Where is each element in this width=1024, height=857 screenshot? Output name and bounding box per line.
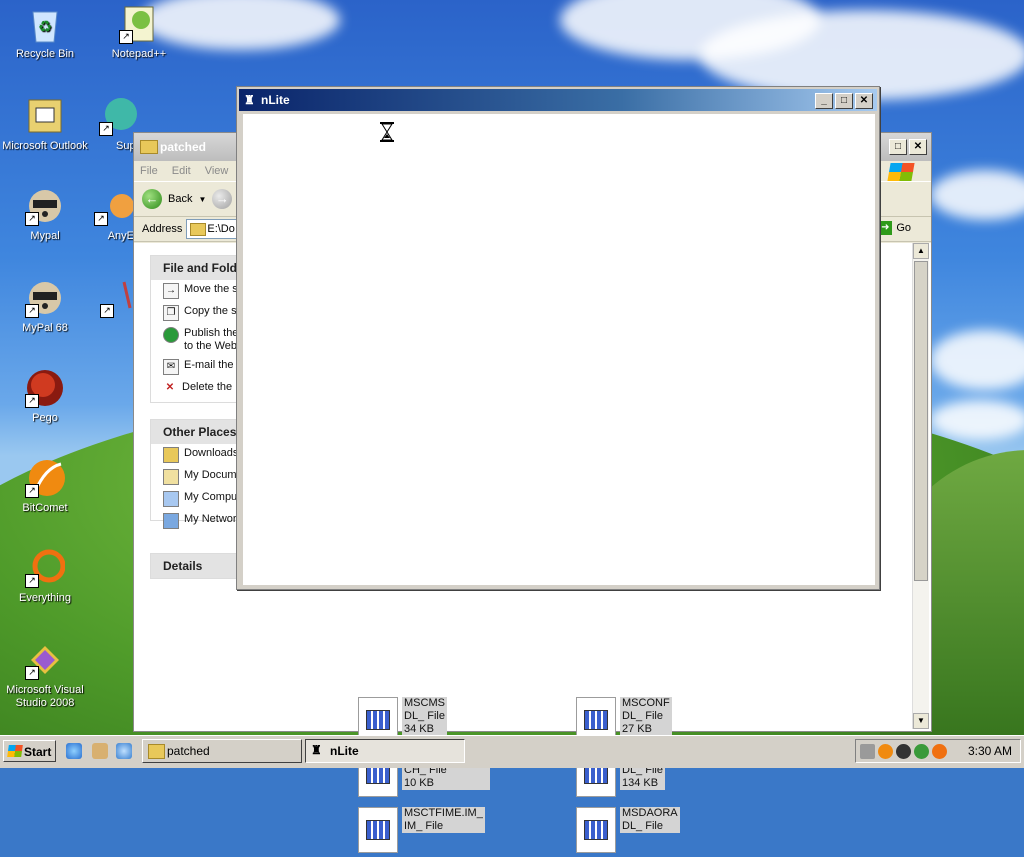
folder-icon	[163, 447, 179, 463]
forward-arrow-icon[interactable]: →	[212, 189, 233, 209]
desktop-icon-anye[interactable]: ↗ AnyE	[94, 186, 134, 243]
place-my-computer[interactable]: My Compu	[151, 488, 237, 510]
nlite-app-icon: ♜	[244, 93, 255, 107]
taskbar-item-patched[interactable]: patched	[142, 739, 302, 763]
everything-tray-icon[interactable]	[932, 744, 947, 759]
menu-edit[interactable]: Edit	[172, 161, 191, 181]
notepad-plus-plus-icon: ↗	[119, 4, 159, 44]
taskbar: Start patched ♜ nLite 3:30 AM	[0, 735, 1024, 768]
bitcomet-icon: ↗	[25, 458, 65, 498]
explorer-title: patched	[160, 140, 207, 154]
back-arrow-icon[interactable]: ←	[142, 189, 162, 209]
nlite-title: nLite	[261, 93, 290, 107]
desktop-icon-outlook[interactable]: Microsoft Outlook	[0, 96, 90, 153]
folder-icon	[148, 744, 165, 759]
file-tasks-heading[interactable]: File and Folde	[151, 256, 237, 280]
show-desktop-icon[interactable]	[92, 743, 108, 759]
app-icon: ↗	[99, 96, 139, 136]
my-documents-icon	[163, 469, 179, 485]
mypal-icon: ↗	[25, 278, 65, 318]
desktop-icon-recycle-bin[interactable]: ♻ Recycle Bin	[0, 4, 90, 61]
copy-icon: ❐	[163, 305, 179, 321]
taskbar-item-nlite[interactable]: ♜ nLite	[305, 739, 465, 763]
desktop-icon-mypal[interactable]: ↗ Mypal	[0, 186, 90, 243]
place-my-documents[interactable]: My Docum	[151, 466, 237, 488]
move-icon: →	[163, 283, 179, 299]
desktop-icon-pego[interactable]: ↗ Pego	[0, 368, 90, 425]
details-heading[interactable]: Details	[151, 554, 237, 578]
windows-logo-icon	[887, 163, 915, 181]
folder-icon	[190, 223, 207, 236]
other-places-heading[interactable]: Other Places	[151, 420, 237, 444]
globe-icon	[163, 327, 179, 343]
minimize-button[interactable]: _	[815, 93, 833, 109]
maximize-button[interactable]: □	[889, 139, 907, 155]
my-network-icon	[163, 513, 179, 529]
scroll-up-icon[interactable]: ▲	[913, 243, 929, 259]
task-email[interactable]: ✉ E-mail the	[151, 356, 237, 378]
file-item[interactable]: MSDAORA DL_ File	[576, 807, 726, 857]
visual-studio-icon: ↗	[25, 640, 65, 680]
place-my-network[interactable]: My Networ	[151, 510, 237, 532]
desktop-icon-mypal-68[interactable]: ↗ MyPal 68	[0, 278, 90, 335]
scroll-down-icon[interactable]: ▼	[913, 713, 929, 729]
system-tray: 3:30 AM	[855, 739, 1021, 763]
everything-icon: ↗	[25, 548, 66, 588]
dll-file-icon	[358, 807, 398, 853]
pego-icon: ↗	[25, 368, 65, 408]
folder-icon	[140, 140, 158, 154]
svg-text:♻: ♻	[38, 19, 52, 36]
dll-file-icon	[576, 807, 616, 853]
desktop-icon-bitcomet[interactable]: ↗ BitComet	[0, 458, 90, 515]
network-icon[interactable]	[914, 744, 929, 759]
desktop-icon-everything[interactable]: ↗ Everything	[0, 548, 90, 605]
mypal-icon: ↗	[25, 186, 65, 226]
internet-explorer-icon[interactable]	[66, 743, 82, 759]
desktop-icon-visual-studio[interactable]: ↗ Microsoft Visual Studio 2008	[0, 640, 90, 710]
app-icon: ↗	[100, 278, 136, 318]
bitcomet-tray-icon[interactable]	[878, 744, 893, 759]
delete-x-icon: ✕	[165, 382, 175, 393]
back-dropdown-icon[interactable]: ▼	[198, 195, 206, 204]
task-delete[interactable]: ✕ Delete the	[151, 378, 237, 398]
go-button[interactable]: ➜ Go	[878, 221, 911, 235]
outlook-icon	[25, 96, 65, 136]
close-button[interactable]: ✕	[909, 139, 927, 155]
email-icon: ✉	[163, 359, 179, 375]
place-downloads[interactable]: Downloads	[151, 444, 237, 466]
windows-flag-icon	[7, 745, 23, 757]
hourglass-cursor-icon	[380, 122, 394, 142]
clock[interactable]: 3:30 AM	[968, 740, 1012, 762]
menu-file[interactable]: File	[140, 161, 158, 181]
nlite-title-bar[interactable]: ♜ nLite _ □ ✕	[239, 89, 877, 111]
file-item[interactable]: MSCTFIME.IM_ IM_ File	[358, 807, 508, 857]
nlite-app-icon: ♜	[311, 743, 322, 757]
desktop-icon-r[interactable]: ↗ r	[100, 278, 136, 335]
scroll-thumb[interactable]	[914, 261, 928, 581]
back-button[interactable]: Back	[168, 193, 192, 205]
vertical-scrollbar[interactable]: ▲ ▼	[912, 243, 929, 729]
nlite-client-area	[243, 114, 875, 585]
task-move[interactable]: → Move the s	[151, 280, 237, 302]
recycle-bin-icon: ♻	[25, 4, 65, 44]
browser-icon[interactable]	[116, 743, 132, 759]
app-icon: ↗	[94, 186, 134, 226]
task-pane: File and Folde → Move the s ❐ Copy the s P…	[134, 243, 238, 731]
other-places-panel: Other Places Downloads My Docum My Compu…	[150, 419, 238, 529]
details-panel: Details	[150, 553, 238, 579]
maximize-button[interactable]: □	[835, 93, 853, 109]
menu-view[interactable]: View	[205, 161, 229, 181]
task-publish[interactable]: Publish the to the Web	[151, 324, 237, 356]
nlite-window[interactable]: ♜ nLite _ □ ✕	[236, 86, 880, 590]
speaker-icon[interactable]	[896, 744, 911, 759]
keyboard-icon[interactable]	[860, 744, 875, 759]
file-tasks-panel: File and Folde → Move the s ❐ Copy the s P…	[150, 255, 238, 403]
go-arrow-icon: ➜	[878, 221, 893, 235]
desktop-icon-notepad-plus-plus[interactable]: ↗ Notepad++	[94, 4, 184, 61]
my-computer-icon	[163, 491, 179, 507]
close-button[interactable]: ✕	[855, 93, 873, 109]
start-button[interactable]: Start	[3, 740, 56, 762]
task-copy[interactable]: ❐ Copy the s	[151, 302, 237, 324]
address-label: Address	[142, 223, 183, 235]
